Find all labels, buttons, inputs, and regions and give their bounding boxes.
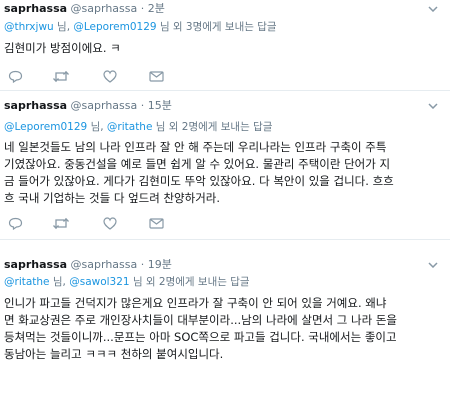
reply-button[interactable] [5,213,25,233]
tweet-text-line: 기였잖아요. 중동건설을 예로 들면 쉽게 알 수 있어요. 물관리 주택이란 … [4,157,391,171]
like-button[interactable] [100,213,120,233]
retweet-icon [53,217,69,229]
tweet-text-line: 면 화교상권은 주로 개인장사치들이 대부분이라...남의 나라에 살면서 그 … [4,313,398,327]
tweet-text-line: 인니가 파고들 건덕지가 많은게요 인프라가 잘 구축이 안 되어 있을 거예요… [4,296,387,310]
user-handle[interactable]: @saprhassa [71,258,138,271]
heart-icon [103,216,117,230]
reply-button[interactable] [5,66,25,86]
mention-link[interactable]: @Leporem0129 [4,121,87,133]
direct-message-button[interactable] [146,213,166,233]
envelope-icon [148,217,164,229]
tweet-text: 네 일본것들도 남의 나라 인프라 잘 안 해 주는데 우리나라는 인프라 구축… [4,139,444,207]
retweet-icon [53,70,69,82]
reply-suffix: 님 외 2명에게 보내는 답글 [132,276,250,288]
chevron-down-icon [428,103,438,109]
display-name[interactable]: saprhassa [4,99,67,112]
reply-joiner: 님, [52,276,66,288]
direct-message-button[interactable] [146,66,166,86]
tweet-text-line: 등쳐먹는 것들이니까...문프는 아마 SOC쪽으로 파고들 겁니다. 국내에서… [4,330,397,344]
tweet-text: 김현미가 방점이에요. ㅋ [4,40,444,57]
display-name[interactable]: saprhassa [4,2,67,15]
user-handle[interactable]: @saprhassa [71,2,138,15]
tweet-text-line: 동남아는 늘리고 ㅋㅋㅋ 천하의 붙여시입니다. [4,347,224,361]
tweet-header: saprhassa @saprhassa · 15분 [4,99,172,113]
tweet[interactable]: saprhassa @saprhassa · 2분 @thrxjwu 님, @L… [0,0,450,91]
tweet-text-line: 금 들어가 있잖아요. 게다가 김현미도 뚜악 있잖아요. 다 복안이 있을 겁… [4,174,394,188]
mention-link[interactable]: @ritathe [107,121,153,133]
mention-link[interactable]: @thrxjwu [4,21,54,33]
tweet[interactable]: saprhassa @saprhassa · 15분 @Leporem0129 … [0,97,450,240]
envelope-icon [148,70,164,82]
reply-context: @ritathe 님, @sawol321 님 외 2명에게 보내는 답글 [4,275,250,289]
tweet-options-button[interactable] [426,2,440,16]
separator-dot: · [140,99,145,112]
tweet-text-line: 네 일본것들도 남의 나라 인프라 잘 안 해 주는데 우리나라는 인프라 구축… [4,140,387,154]
timestamp[interactable]: 2분 [148,2,165,15]
chevron-down-icon [428,6,438,12]
tweet-text-line: 김현미가 방점이에요. ㅋ [4,41,121,55]
reply-icon [8,70,22,83]
tweet-header: saprhassa @saprhassa · 19분 [4,258,172,272]
timestamp[interactable]: 15분 [148,99,172,112]
tweet-actions [0,66,450,86]
tweet-text: 인니가 파고들 건덕지가 많은게요 인프라가 잘 구축이 안 되어 있을 거예요… [4,295,444,363]
mention-link[interactable]: @ritathe [4,276,50,288]
reply-joiner: 님, [57,21,71,33]
reply-context: @Leporem0129 님, @ritathe 님 외 2명에게 보내는 답글 [4,120,272,134]
heart-icon [103,69,117,83]
separator-dot: · [140,2,145,15]
reply-suffix: 님 외 3명에게 보내는 답글 [159,21,277,33]
reply-icon [8,217,22,230]
tweet-text-line: 흐 국내 기업하는 것들 다 엎드려 찬양하거라. [4,191,221,205]
retweet-button[interactable] [51,66,71,86]
user-handle[interactable]: @saprhassa [71,99,138,112]
tweet-header: saprhassa @saprhassa · 2분 [4,2,165,16]
display-name[interactable]: saprhassa [4,258,67,271]
timestamp[interactable]: 19분 [148,258,172,271]
mention-link[interactable]: @Leporem0129 [73,21,156,33]
retweet-button[interactable] [51,213,71,233]
tweet-options-button[interactable] [426,99,440,113]
reply-joiner: 님, [90,121,104,133]
like-button[interactable] [100,66,120,86]
tweet-actions [0,213,450,233]
separator-dot: · [140,258,145,271]
mention-link[interactable]: @sawol321 [69,276,129,288]
chevron-down-icon [428,262,438,268]
reply-context: @thrxjwu 님, @Leporem0129 님 외 3명에게 보내는 답글 [4,20,277,34]
reply-suffix: 님 외 2명에게 보내는 답글 [155,121,273,133]
tweet-options-button[interactable] [426,258,440,272]
tweet[interactable]: saprhassa @saprhassa · 19분 @ritathe 님, @… [0,256,450,398]
